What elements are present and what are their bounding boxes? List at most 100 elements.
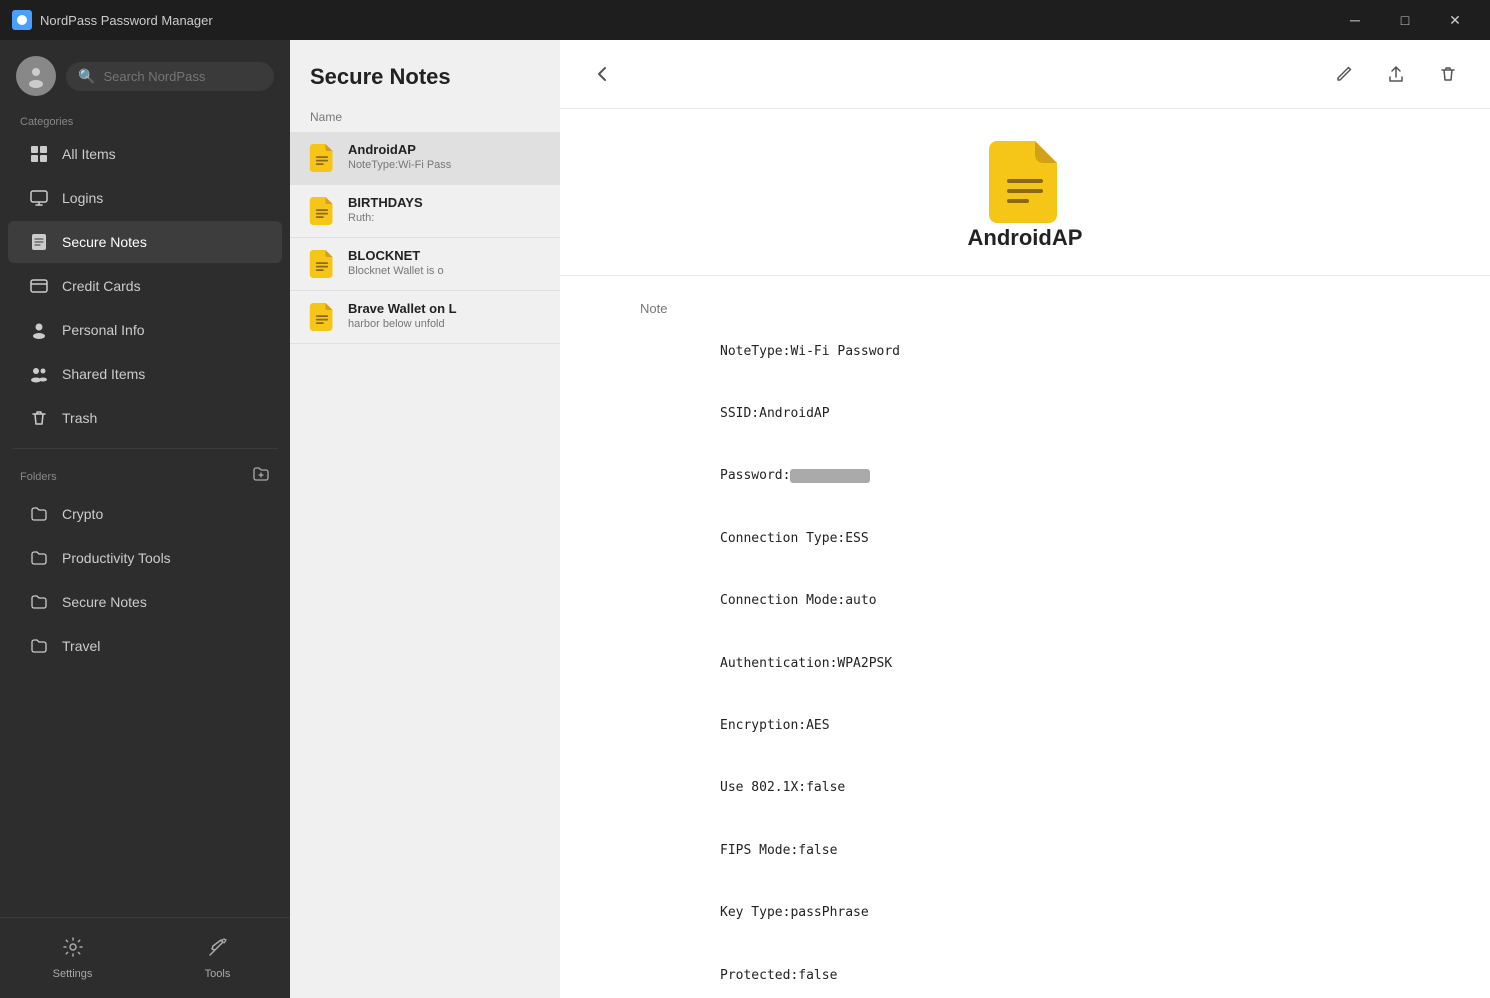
tools-label: Tools [205, 968, 231, 980]
note-item-brave-wallet[interactable]: Brave Wallet on L harbor below unfold [290, 291, 560, 344]
detail-fields: Note NoteType:Wi-Fi Password SSID:Androi… [560, 276, 1490, 998]
content-panel-title: Secure Notes [290, 40, 560, 102]
note-icon-brave-wallet [306, 301, 338, 333]
sidebar-item-travel[interactable]: Travel [8, 625, 282, 667]
title-bar-left: NordPass Password Manager [12, 10, 213, 30]
note-line-5: Connection Mode:auto [720, 591, 1410, 612]
shared-items-label: Shared Items [62, 366, 145, 382]
sidebar-item-shared-items[interactable]: Shared Items [8, 353, 282, 395]
edit-button[interactable] [1326, 56, 1362, 92]
app-icon [12, 10, 32, 30]
note-line-1: NoteType:Wi-Fi Password [720, 342, 1410, 363]
note-line-4: Connection Type:ESS [720, 529, 1410, 550]
note-line-2: SSID:AndroidAP [720, 404, 1410, 425]
note-line-8: Use 802.1X:false [720, 778, 1410, 799]
note-line-7: Encryption:AES [720, 716, 1410, 737]
sidebar-item-personal-info[interactable]: Personal Info [8, 309, 282, 351]
search-input[interactable] [103, 69, 262, 84]
travel-label: Travel [62, 638, 100, 654]
add-folder-button[interactable] [252, 465, 270, 488]
sidebar-bottom: Settings Tools [0, 917, 290, 998]
maximize-button[interactable]: □ [1382, 4, 1428, 36]
note-field-value: NoteType:Wi-Fi Password SSID:AndroidAP P… [720, 300, 1410, 998]
secure-notes-folder-label: Secure Notes [62, 594, 147, 610]
title-bar: NordPass Password Manager ─ □ ✕ [0, 0, 1490, 40]
search-bar[interactable]: 🔍 [66, 62, 274, 91]
note-item-blocknet[interactable]: BLOCKNET Blocknet Wallet is o [290, 238, 560, 291]
hero-icon [989, 141, 1061, 213]
delete-button[interactable] [1430, 56, 1466, 92]
note-icon-birthdays [306, 195, 338, 227]
crypto-label: Crypto [62, 506, 103, 522]
note-info-birthdays: BIRTHDAYS Ruth: [348, 195, 544, 224]
sidebar-item-secure-notes[interactable]: Secure Notes [8, 221, 282, 263]
detail-toolbar [560, 40, 1490, 109]
folder-icon-secure-notes [28, 591, 50, 613]
note-line-11: Protected:false [720, 966, 1410, 987]
app-title: NordPass Password Manager [40, 13, 213, 28]
note-line-6: Authentication:WPA2PSK [720, 654, 1410, 675]
trash-icon [28, 407, 50, 429]
sidebar-item-productivity-tools[interactable]: Productivity Tools [8, 537, 282, 579]
personal-info-label: Personal Info [62, 322, 145, 338]
sidebar-item-all-items[interactable]: All Items [8, 133, 282, 175]
note-icon [28, 231, 50, 253]
credit-cards-label: Credit Cards [62, 278, 141, 294]
toolbar-left [584, 56, 620, 92]
productivity-tools-label: Productivity Tools [62, 550, 171, 566]
person-icon [28, 319, 50, 341]
sidebar-divider [12, 448, 278, 449]
grid-icon [28, 143, 50, 165]
note-preview-blocknet: Blocknet Wallet is o [348, 265, 544, 277]
people-icon [28, 363, 50, 385]
note-line-9: FIPS Mode:false [720, 841, 1410, 862]
folder-icon-travel [28, 635, 50, 657]
note-icon-blocknet [306, 248, 338, 280]
note-info-brave-wallet: Brave Wallet on L harbor below unfold [348, 301, 544, 330]
settings-icon [62, 936, 84, 964]
note-name-androidap: AndroidAP [348, 142, 544, 157]
content-panel: Secure Notes Name AndroidAP NoteType:Wi-… [290, 40, 560, 998]
close-button[interactable]: ✕ [1432, 4, 1478, 36]
share-button[interactable] [1378, 56, 1414, 92]
note-info-androidap: AndroidAP NoteType:Wi-Fi Pass [348, 142, 544, 171]
note-line-3: Password: [720, 466, 1410, 487]
monitor-icon [28, 187, 50, 209]
avatar [16, 56, 56, 96]
note-name-brave-wallet: Brave Wallet on L [348, 301, 544, 316]
note-preview-brave-wallet: harbor below unfold [348, 318, 544, 330]
note-preview-birthdays: Ruth: [348, 212, 544, 224]
note-line-10: Key Type:passPhrase [720, 903, 1410, 924]
back-button[interactable] [584, 56, 620, 92]
note-field-row: Note NoteType:Wi-Fi Password SSID:Androi… [640, 300, 1410, 998]
settings-button[interactable]: Settings [0, 926, 145, 990]
sidebar-user: 🔍 [0, 40, 290, 108]
minimize-button[interactable]: ─ [1332, 4, 1378, 36]
folders-label: Folders [20, 471, 57, 483]
note-item-birthdays[interactable]: BIRTHDAYS Ruth: [290, 185, 560, 238]
window-controls: ─ □ ✕ [1332, 4, 1478, 36]
sidebar-item-credit-cards[interactable]: Credit Cards [8, 265, 282, 307]
tools-button[interactable]: Tools [145, 926, 290, 990]
sidebar-item-trash[interactable]: Trash [8, 397, 282, 439]
main-container: 🔍 Categories All Items Logins Secure Not… [0, 40, 1490, 998]
password-blurred [790, 469, 870, 483]
folder-icon-productivity [28, 547, 50, 569]
detail-title: AndroidAP [968, 225, 1083, 251]
sidebar-item-secure-notes-folder[interactable]: Secure Notes [8, 581, 282, 623]
settings-label: Settings [53, 968, 93, 980]
detail-hero: AndroidAP [560, 109, 1490, 276]
sidebar-item-logins[interactable]: Logins [8, 177, 282, 219]
folder-icon-crypto [28, 503, 50, 525]
note-info-blocknet: BLOCKNET Blocknet Wallet is o [348, 248, 544, 277]
folders-header: Folders [0, 457, 290, 492]
note-item-androidap[interactable]: AndroidAP NoteType:Wi-Fi Pass [290, 132, 560, 185]
secure-notes-label: Secure Notes [62, 234, 147, 250]
column-header-name: Name [290, 102, 560, 132]
all-items-label: All Items [62, 146, 116, 162]
categories-label: Categories [0, 108, 290, 132]
card-icon [28, 275, 50, 297]
note-icon-androidap [306, 142, 338, 174]
trash-label: Trash [62, 410, 97, 426]
sidebar-item-crypto[interactable]: Crypto [8, 493, 282, 535]
